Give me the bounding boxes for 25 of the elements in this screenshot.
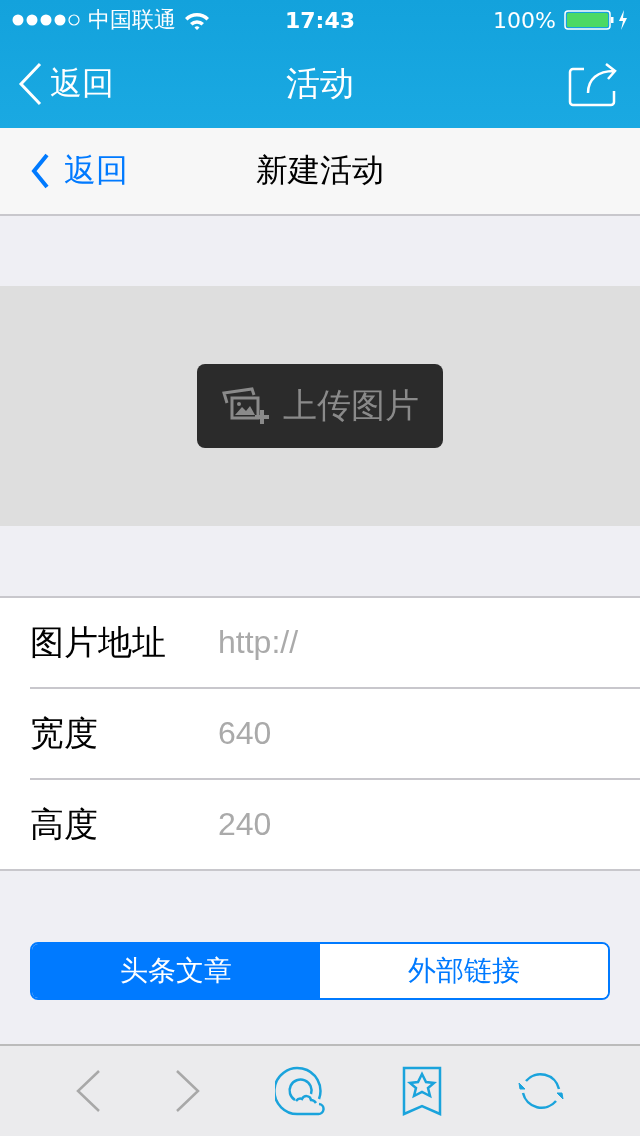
carrier-name: 中国联通 [88,6,176,34]
battery-percent: 100% [493,7,556,33]
signal-icon [12,13,80,27]
back-button[interactable]: 返回 [30,149,128,193]
field-label: 宽度 [30,711,99,755]
battery-charging-icon [564,9,630,31]
chevron-left-icon [30,153,50,189]
input-field[interactable]: http:// [216,611,640,674]
add-image-icon [221,386,269,426]
page-title: 新建活动 [256,150,384,191]
back-button[interactable]: 返回 [18,62,114,106]
status-time: 17:43 [284,7,356,33]
wifi-icon [184,10,210,30]
cloud-icon[interactable] [275,1066,327,1116]
segment-tab[interactable]: 外部链接 [320,944,608,998]
chevron-left-icon [18,62,42,106]
field-label: 高度 [30,802,99,846]
input-field[interactable]: 240 [216,793,640,856]
bookmark-star-icon[interactable] [401,1065,443,1117]
input-field[interactable]: 640 [216,702,640,765]
upload-image-button[interactable]: 上传图片 [197,364,443,448]
field-label: 图片地址 [30,620,167,664]
share-icon[interactable] [568,61,618,107]
segment-tab[interactable]: 头条文章 [32,944,320,998]
nav-title: 活动 [286,62,354,105]
